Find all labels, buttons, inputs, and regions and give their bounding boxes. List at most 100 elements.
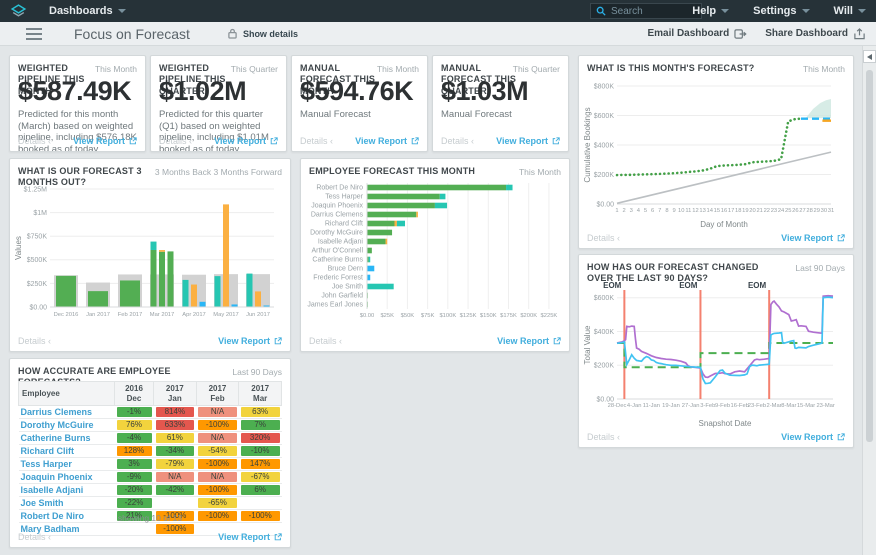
employee-link[interactable]: Darrius Clemens [19,406,115,419]
show-details-button[interactable]: Show details [243,29,298,39]
svg-text:$0.00: $0.00 [29,304,47,311]
accuracy-cell [154,497,197,510]
view-report-link[interactable]: View Report [218,336,282,346]
svg-text:$75K: $75K [421,313,435,319]
details-toggle[interactable]: Details ‹ [441,136,474,146]
accuracy-cell: 7% [239,419,282,432]
view-report-link[interactable]: View Report [497,336,561,346]
month-forecast-line-chart: $0.00$200K$400K$600K$800K123456789101112… [583,78,841,235]
collapse-panel-button[interactable] [863,50,876,63]
tile-timeframe-badge: Last 90 Days [795,263,845,273]
details-toggle[interactable]: Details ‹ [587,233,620,243]
column-header-month[interactable]: 2017Jan [154,382,197,406]
employee-link[interactable]: Joaquin Phoenix [19,471,115,484]
details-toggle[interactable]: Details ‹ [309,336,342,346]
tile-timeframe-badge: 3 Months Back 3 Months Forward [155,167,282,177]
column-header-month[interactable]: 2016Dec [115,382,154,406]
svg-text:Catherine Burns: Catherine Burns [312,257,363,264]
kpi-description: Manual Forecast [441,109,560,121]
nav-user-menu[interactable]: Will [834,5,866,17]
svg-text:31: 31 [828,208,834,214]
table-row: Dorothy McGuire76%633%-100%7% [19,419,282,432]
nav-right-group: Help Settings Will [692,0,866,22]
employee-link[interactable]: Joe Smith [19,497,115,510]
external-link-icon [411,137,419,145]
nav-settings[interactable]: Settings [753,5,809,17]
scrollbar-track[interactable] [862,46,876,555]
kpi-tile-manual-forecast-quarter: MANUAL FORECAST THIS QUARTER This Quarte… [432,55,569,152]
svg-text:$50K: $50K [401,313,415,319]
view-report-link[interactable]: View Report [214,136,278,146]
accuracy-cell: N/A [196,471,239,484]
kpi-tile-weighted-pipeline-quarter: WEIGHTED PIPELINE THIS QUARTER This Quar… [150,55,287,152]
share-dashboard-button[interactable]: Share Dashboard [765,28,866,40]
svg-text:Dorothy McGuire: Dorothy McGuire [310,230,363,237]
svg-text:$500K: $500K [27,257,48,264]
details-toggle[interactable]: Details ‹ [159,136,192,146]
svg-text:Isabelle Adjani: Isabelle Adjani [318,239,364,246]
view-report-link[interactable]: View Report [496,136,560,146]
nav-help[interactable]: Help [692,5,729,17]
view-report-link[interactable]: View Report [73,136,137,146]
external-link-icon [274,337,282,345]
employee-link[interactable]: Tess Harper [19,458,115,471]
employee-link[interactable]: Dorothy McGuire [19,419,115,432]
svg-text:3: 3 [630,208,633,214]
page-title: Focus on Forecast [74,26,190,42]
svg-text:4: 4 [637,208,641,214]
search-box [590,3,702,19]
svg-text:$800K: $800K [594,83,615,90]
column-header-month[interactable]: 2017Mar [239,382,282,406]
scrollbar-thumb[interactable] [866,70,873,442]
details-toggle[interactable]: Details ‹ [18,136,51,146]
view-report-link[interactable]: View Report [355,136,419,146]
accuracy-cell: -4% [115,432,154,445]
column-header-employee[interactable]: Employee [19,382,115,406]
employee-link[interactable]: Isabelle Adjani [19,484,115,497]
svg-text:Arthur O'Connell: Arthur O'Connell [311,248,363,255]
accuracy-cell: -100% [196,419,239,432]
accuracy-cell: N/A [154,471,197,484]
employee-link[interactable]: Richard Clift [19,445,115,458]
details-arrow-icon: ‹ [189,136,192,146]
column-header-month[interactable]: 2017Feb [196,382,239,406]
accuracy-cell: N/A [196,406,239,419]
menu-icon[interactable] [26,25,42,43]
chevron-left-icon [867,54,872,60]
view-report-link[interactable]: View Report [218,532,282,542]
details-toggle[interactable]: Details ‹ [587,432,620,442]
details-arrow-icon: ‹ [471,136,474,146]
table-row: Isabelle Adjani-20%-42%-100%6% [19,484,282,497]
nav-dashboards[interactable]: Dashboards [49,5,126,17]
details-toggle[interactable]: Details ‹ [300,136,333,146]
search-input[interactable] [611,6,691,17]
tile-forecast-3-months-out: WHAT IS OUR FORECAST 3 MONTHS OUT? 3 Mon… [9,158,291,352]
details-arrow-icon: ‹ [339,336,342,346]
svg-text:$600K: $600K [594,295,615,302]
nav-dashboards-label: Dashboards [49,5,113,17]
svg-text:Day of Month: Day of Month [700,220,748,229]
accuracy-cell: -1% [115,406,154,419]
tile-timeframe-badge: This Month [803,64,845,74]
employee-link[interactable]: Catherine Burns [19,432,115,445]
kpi-value: $587.49K [18,76,131,107]
svg-text:$150K: $150K [480,313,497,319]
brand-layers-icon [10,3,27,20]
svg-text:Total Value: Total Value [583,325,592,365]
looker-logo[interactable] [10,3,27,20]
svg-text:2: 2 [623,208,626,214]
details-toggle[interactable]: Details ‹ [18,336,51,346]
svg-text:15: 15 [714,208,720,214]
accuracy-table-header: Employee2016Dec2017Jan2017Feb2017Mar [19,382,282,406]
accuracy-cell: 147% [239,458,282,471]
email-icon [734,28,747,40]
email-dashboard-button[interactable]: Email Dashboard [647,28,747,40]
details-toggle[interactable]: Details ‹ [18,532,51,542]
svg-text:$250K: $250K [27,281,48,288]
svg-text:22: 22 [764,208,770,214]
view-report-link[interactable]: View Report [781,432,845,442]
svg-text:Joaquin Phoenix: Joaquin Phoenix [311,203,363,210]
kpi-tile-weighted-pipeline-month: WEIGHTED PIPELINE THIS MONTH This Month … [9,55,146,152]
view-report-link[interactable]: View Report [781,233,845,243]
lock-icon [228,28,237,39]
